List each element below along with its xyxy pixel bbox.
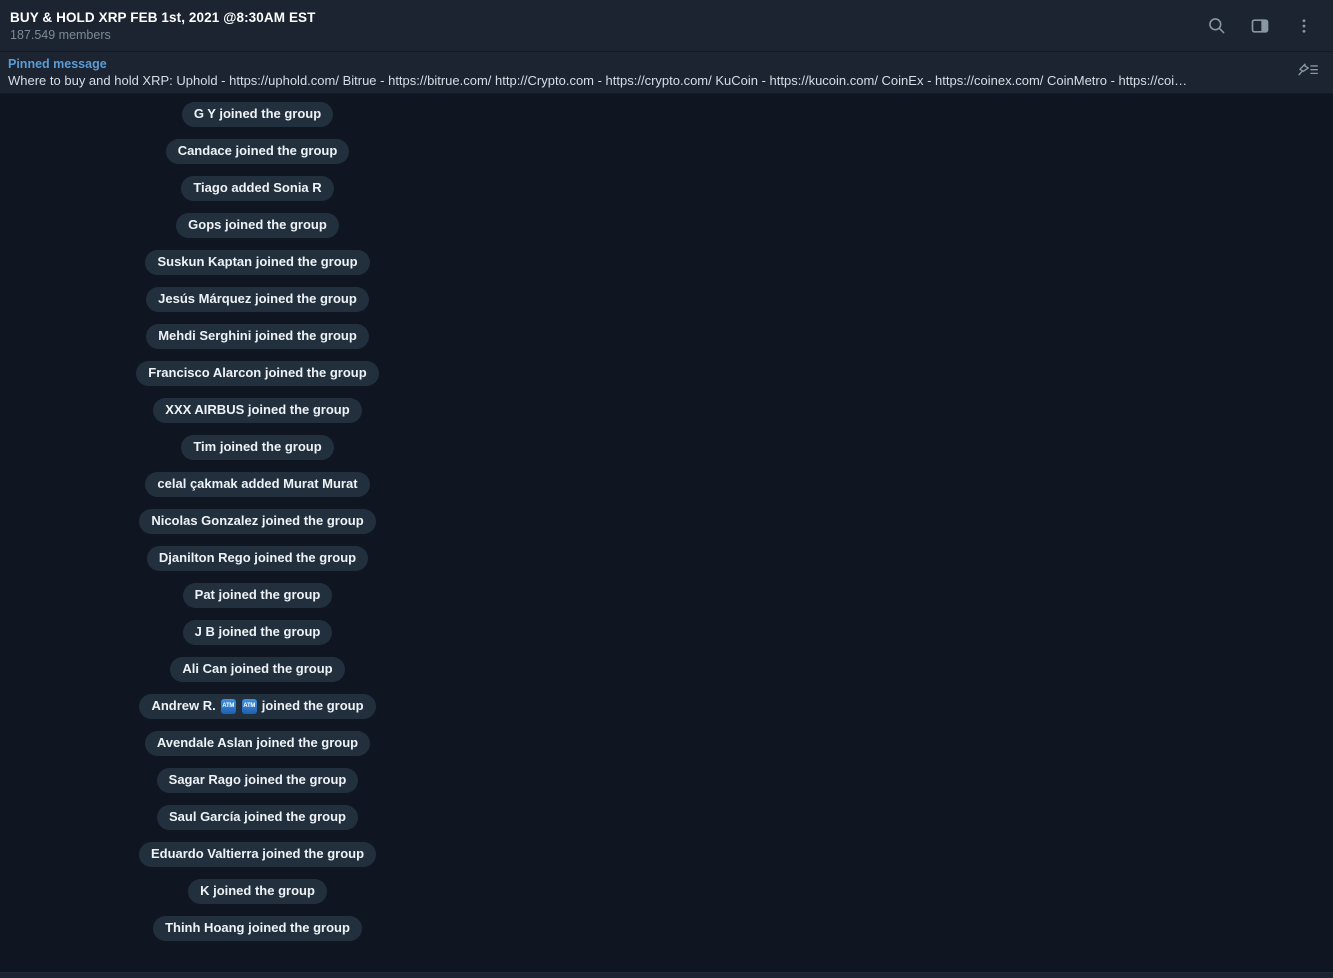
service-message-row: Sagar Rago joined the group: [0, 768, 515, 793]
service-message-pill[interactable]: Tim joined the group: [181, 435, 334, 460]
service-message-row: Candace joined the group: [0, 139, 515, 164]
atm-emoji-icon: [220, 698, 236, 714]
pin-list-icon: [1297, 60, 1319, 85]
service-message-row: K joined the group: [0, 879, 515, 904]
service-message-text: Francisco Alarcon joined the group: [148, 365, 367, 380]
service-message-text: Saul García joined the group: [169, 809, 346, 824]
service-message-pill[interactable]: Sagar Rago joined the group: [156, 768, 359, 793]
service-message-row: Suskun Kaptan joined the group: [0, 250, 515, 275]
service-message-row: Gops joined the group: [0, 213, 515, 238]
service-message-text: Suskun Kaptan joined the group: [157, 254, 358, 269]
pinned-message-bar[interactable]: Pinned message Where to buy and hold XRP…: [0, 52, 1333, 94]
header-actions: [1201, 11, 1319, 41]
service-message-text: Tiago added Sonia R: [193, 180, 322, 195]
service-message-text: celal çakmak added Murat Murat: [157, 476, 358, 491]
chat-header-info[interactable]: BUY & HOLD XRP FEB 1st, 2021 @8:30AM EST…: [8, 9, 1201, 43]
service-message-text: Ali Can joined the group: [182, 661, 333, 676]
service-message-text: Avendale Aslan joined the group: [156, 735, 359, 750]
service-message-text: Eduardo Valtierra joined the group: [150, 846, 365, 861]
chat-title: BUY & HOLD XRP FEB 1st, 2021 @8:30AM EST: [10, 9, 316, 25]
service-message-text: XXX AIRBUS joined the group: [165, 402, 350, 417]
service-message-pill[interactable]: Candace joined the group: [165, 139, 350, 164]
more-options-icon: [1295, 17, 1313, 35]
service-message-row: Tiago added Sonia R: [0, 176, 515, 201]
service-message-pill[interactable]: Nicolas Gonzalez joined the group: [139, 509, 376, 534]
service-message-row: Tim joined the group: [0, 435, 515, 460]
service-message-pill[interactable]: Djanilton Rego joined the group: [146, 546, 369, 571]
service-message-text: Gops joined the group: [188, 217, 327, 232]
service-message-pill[interactable]: Ali Can joined the group: [170, 657, 345, 682]
service-message-pill[interactable]: Tiago added Sonia R: [181, 176, 334, 201]
service-message-row: Andrew R. joined the group: [0, 694, 515, 719]
search-icon: [1207, 16, 1226, 35]
service-message-text: joined the group: [261, 698, 364, 713]
service-message-text: J B joined the group: [194, 624, 321, 639]
atm-emoji-icon: [241, 698, 257, 714]
service-message-pill[interactable]: Saul García joined the group: [157, 805, 358, 830]
service-message-pill[interactable]: Gops joined the group: [176, 213, 339, 238]
service-message-row: Thinh Hoang joined the group: [0, 916, 515, 941]
service-message-row: Jesús Márquez joined the group: [0, 287, 515, 312]
pinned-messages-list-button[interactable]: [1291, 56, 1325, 90]
service-message-row: Francisco Alarcon joined the group: [0, 361, 515, 386]
service-message-pill[interactable]: Francisco Alarcon joined the group: [136, 361, 379, 386]
service-message-pill[interactable]: Eduardo Valtierra joined the group: [138, 842, 377, 867]
service-message-pill[interactable]: Avendale Aslan joined the group: [144, 731, 371, 756]
service-message-row: J B joined the group: [0, 620, 515, 645]
service-message-pill[interactable]: celal çakmak added Murat Murat: [145, 472, 370, 497]
service-message-text: Pat joined the group: [194, 587, 321, 602]
telegram-chat-window: BUY & HOLD XRP FEB 1st, 2021 @8:30AM EST…: [0, 0, 1333, 978]
service-message-row: celal çakmak added Murat Murat: [0, 472, 515, 497]
service-message-text: Nicolas Gonzalez joined the group: [151, 513, 364, 528]
search-button[interactable]: [1201, 11, 1231, 41]
pinned-message-content[interactable]: Pinned message Where to buy and hold XRP…: [8, 56, 1291, 89]
service-message-text: Andrew R.: [151, 698, 216, 713]
service-message-pill[interactable]: G Y joined the group: [181, 102, 334, 127]
service-message-pill[interactable]: Jesús Márquez joined the group: [146, 287, 369, 312]
service-message-pill[interactable]: Suskun Kaptan joined the group: [145, 250, 370, 275]
chat-member-count: 187.549 members: [10, 27, 111, 42]
service-message-pill[interactable]: XXX AIRBUS joined the group: [153, 398, 362, 423]
chat-header: BUY & HOLD XRP FEB 1st, 2021 @8:30AM EST…: [0, 0, 1333, 52]
service-message-pill[interactable]: Andrew R. joined the group: [139, 694, 376, 719]
message-composer-bar[interactable]: [0, 972, 1333, 978]
message-list-viewport[interactable]: Sonia joined the groupG Y joined the gro…: [0, 94, 1333, 972]
service-message-row: Nicolas Gonzalez joined the group: [0, 509, 515, 534]
service-message-text: Djanilton Rego joined the group: [158, 550, 357, 565]
service-message-pill[interactable]: Thinh Hoang joined the group: [153, 916, 362, 941]
service-message-text: Sagar Rago joined the group: [168, 772, 347, 787]
service-message-row: Mehdi Serghini joined the group: [0, 324, 515, 349]
service-message-row: XXX AIRBUS joined the group: [0, 398, 515, 423]
service-message-pill[interactable]: K joined the group: [188, 879, 327, 904]
sidebar-toggle-button[interactable]: [1245, 11, 1275, 41]
service-message-row: Pat joined the group: [0, 583, 515, 608]
service-message-row: Saul García joined the group: [0, 805, 515, 830]
service-message-text: Candace joined the group: [177, 143, 338, 158]
service-message-text: Jesús Márquez joined the group: [158, 291, 357, 306]
more-options-button[interactable]: [1289, 11, 1319, 41]
service-message-row: Avendale Aslan joined the group: [0, 731, 515, 756]
service-message-text: Tim joined the group: [193, 439, 322, 454]
service-message-text: Thinh Hoang joined the group: [165, 920, 350, 935]
service-message-row: G Y joined the group: [0, 102, 515, 127]
sidebar-toggle-icon: [1250, 16, 1270, 36]
service-message-pill[interactable]: J B joined the group: [182, 620, 333, 645]
service-message-pill[interactable]: Mehdi Serghini joined the group: [146, 324, 369, 349]
service-message-pill[interactable]: Pat joined the group: [182, 583, 333, 608]
service-message-row: Djanilton Rego joined the group: [0, 546, 515, 571]
pinned-message-text: Where to buy and hold XRP: Uphold - http…: [8, 73, 1188, 88]
pinned-message-label: Pinned message: [8, 57, 107, 71]
service-message-row: Eduardo Valtierra joined the group: [0, 842, 515, 867]
message-list: Sonia joined the groupG Y joined the gro…: [0, 94, 515, 957]
service-message-text: G Y joined the group: [193, 106, 322, 121]
service-message-row: Ali Can joined the group: [0, 657, 515, 682]
service-message-text: Mehdi Serghini joined the group: [158, 328, 357, 343]
service-message-text: K joined the group: [200, 883, 315, 898]
